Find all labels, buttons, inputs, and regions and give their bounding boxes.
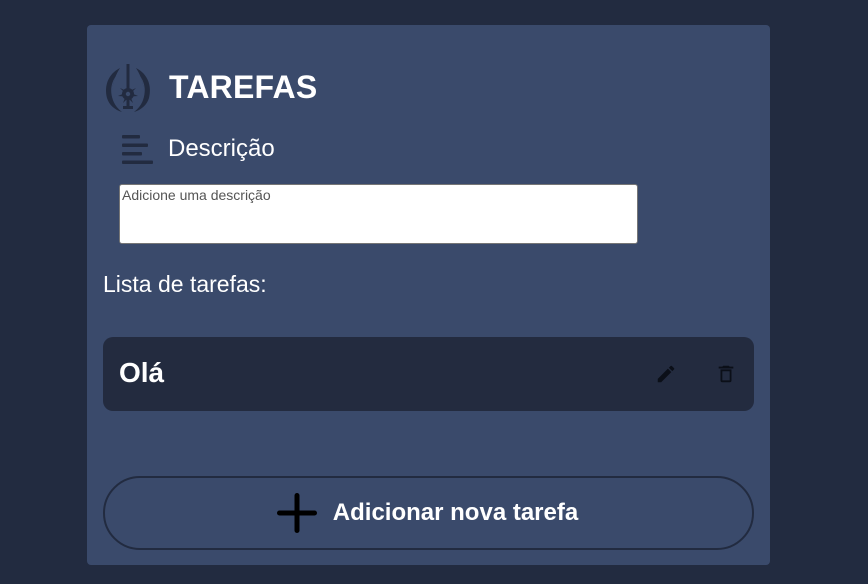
text-align-left-icon xyxy=(122,135,153,164)
plus-icon xyxy=(276,493,317,533)
add-task-label: Adicionar nova tarefa xyxy=(332,499,579,526)
page-title: TAREFAS xyxy=(169,69,318,105)
trash-icon xyxy=(718,365,734,383)
task-title: Olá xyxy=(119,357,165,388)
edit-task-button[interactable] xyxy=(653,361,679,387)
add-task-button[interactable]: Adicionar nova tarefa xyxy=(103,476,754,550)
pencil-icon xyxy=(657,365,675,383)
task-panel: TAREFAS Descrição Lista de tarefas: Olá … xyxy=(87,25,770,565)
description-input[interactable] xyxy=(119,184,638,244)
task-item: Olá xyxy=(103,337,754,411)
delete-task-button[interactable] xyxy=(713,361,739,387)
task-list-label: Lista de tarefas: xyxy=(103,271,267,297)
jedi-order-icon xyxy=(106,64,150,112)
description-label: Descrição xyxy=(168,135,275,162)
